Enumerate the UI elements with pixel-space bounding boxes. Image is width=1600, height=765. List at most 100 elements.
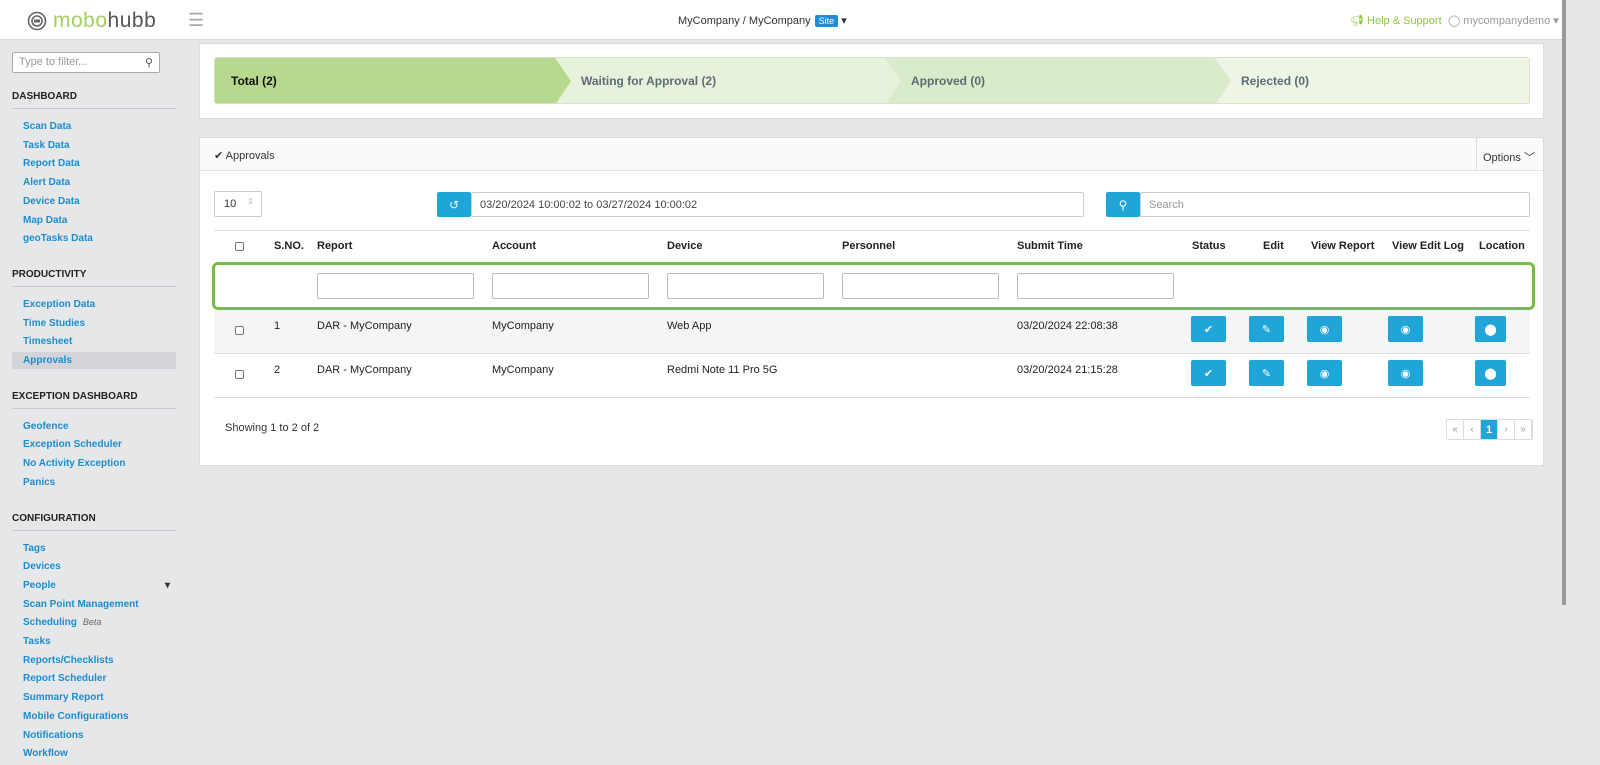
sidebar-item-label: Alert Data <box>23 177 71 189</box>
pagination-button[interactable]: › <box>1498 420 1515 439</box>
column-header[interactable]: Status <box>1192 240 1226 252</box>
site-selector[interactable]: MyCompany / MyCompany Site ▾ <box>678 14 847 27</box>
column-header[interactable]: Account <box>492 240 536 252</box>
status-button[interactable]: ✔ <box>1191 316 1226 342</box>
column-filter-input[interactable] <box>667 273 824 299</box>
sidebar-item-label: Time Studies <box>23 317 86 329</box>
search-input[interactable]: Search <box>1140 192 1530 217</box>
column-header[interactable]: Location <box>1479 240 1525 252</box>
sidebar-item-label: Tags <box>23 542 46 554</box>
logo[interactable]: mobo hubb <box>27 9 156 33</box>
column-header[interactable]: View Edit Log <box>1392 240 1464 252</box>
location-button[interactable]: ⬤ <box>1475 316 1506 342</box>
help-support-link[interactable]: 📢︎ Help & Support <box>1350 14 1442 27</box>
sidebar-item[interactable]: Devices <box>12 558 176 575</box>
sidebar-item[interactable]: Scheduling Beta <box>12 614 176 631</box>
column-header[interactable]: S.NO. <box>274 240 304 252</box>
column-header[interactable]: Personnel <box>842 240 895 252</box>
sidebar-item[interactable]: Exception Scheduler <box>12 436 176 453</box>
sidebar-item[interactable]: Report Scheduler <box>12 670 176 687</box>
pagination-button[interactable]: 1 <box>1481 420 1498 439</box>
sidebar-item[interactable]: Alert Data <box>12 174 176 191</box>
sidebar-item[interactable]: Workflow <box>12 745 176 762</box>
eye-icon: ◉ <box>1319 367 1330 380</box>
sidebar-item-label: Report Data <box>23 158 80 170</box>
search-icon: ⚲ <box>1118 197 1128 212</box>
row-checkbox[interactable] <box>235 326 244 335</box>
column-filter-input[interactable] <box>842 273 999 299</box>
sidebar-item-label: No Activity Exception <box>23 458 126 470</box>
step-total[interactable]: Total (2) <box>215 58 571 103</box>
sidebar-item[interactable]: Report Data <box>12 155 176 172</box>
options-label: Options <box>1483 152 1521 164</box>
date-range-value: 03/20/2024 10:00:02 to 03/27/2024 10:00:… <box>480 199 698 211</box>
sidebar-item-label: Report Scheduler <box>23 673 107 685</box>
sidebar-item[interactable]: Tags <box>12 540 176 557</box>
cell-account: MyCompany <box>492 364 554 376</box>
sidebar-item[interactable]: Reports/Checklists <box>12 652 176 669</box>
sidebar-item[interactable]: Timesheet <box>12 333 176 350</box>
sidebar-item[interactable]: Exception Data <box>12 296 176 313</box>
search-button[interactable]: ⚲ <box>1106 192 1140 217</box>
step-approved[interactable]: Approved (0) <box>885 58 1231 103</box>
column-header[interactable]: Submit Time <box>1017 240 1083 252</box>
cell-sno: 1 <box>274 320 281 332</box>
sidebar-item[interactable]: No Activity Exception <box>12 455 176 472</box>
sidebar-item[interactable]: Notifications <box>12 727 176 744</box>
column-header[interactable]: Device <box>667 240 702 252</box>
cell-device: Web App <box>667 320 712 332</box>
sidebar-item[interactable]: Summary Report <box>12 689 176 706</box>
sidebar-item-label: Device Data <box>23 195 80 207</box>
sidebar-item[interactable]: Scan Data <box>12 118 176 135</box>
location-button[interactable]: ⬤ <box>1475 360 1506 386</box>
sidebar-item[interactable]: People ▾ <box>12 577 176 594</box>
sidebar-item[interactable]: Approvals <box>12 352 176 369</box>
sidebar-item[interactable]: Map Data <box>12 212 176 229</box>
page-length-select[interactable]: 10 ⇕ <box>214 191 262 217</box>
pagination-button[interactable]: » <box>1515 420 1532 439</box>
sidebar-item[interactable]: Tasks <box>12 633 176 650</box>
sidebar-item[interactable]: Scan Point Management <box>12 596 176 613</box>
cell-account: MyCompany <box>492 320 554 332</box>
status-button[interactable]: ✔ <box>1191 360 1226 386</box>
step-rejected[interactable]: Rejected (0) <box>1215 58 1529 103</box>
sidebar-item[interactable]: Panics <box>12 474 176 491</box>
reset-date-button[interactable]: ↺ <box>437 192 471 217</box>
caret-down-icon: ▾ <box>841 15 847 27</box>
sidebar-item[interactable]: Device Data <box>12 193 176 210</box>
column-filter-input[interactable] <box>492 273 649 299</box>
sidebar-item[interactable]: Task Data <box>12 137 176 154</box>
column-filter-input[interactable] <box>317 273 474 299</box>
pagination-button[interactable]: « <box>1447 420 1464 439</box>
sidebar-item-label: Scan Data <box>23 121 72 132</box>
scrollbar[interactable] <box>1562 0 1566 605</box>
status-steps: Total (2) Waiting for Approval (2) Appro… <box>214 57 1530 104</box>
column-filter-input[interactable] <box>1017 273 1174 299</box>
pagination-button[interactable]: ‹ <box>1464 420 1481 439</box>
step-waiting[interactable]: Waiting for Approval (2) <box>555 58 901 103</box>
select-all-checkbox[interactable] <box>235 242 244 251</box>
row-checkbox[interactable] <box>235 370 244 379</box>
sidebar-item[interactable]: Geofence <box>12 418 176 435</box>
sidebar-item[interactable]: Time Studies <box>12 315 176 332</box>
edit-button[interactable]: ✎ <box>1249 316 1284 342</box>
sidebar-item[interactable]: geoTasks Data <box>12 230 176 247</box>
view-edit-log-button[interactable]: ◉ <box>1388 360 1423 386</box>
column-header[interactable]: Report <box>317 240 352 252</box>
sidebar-filter-input[interactable]: Type to filter... ⚲ <box>12 52 160 73</box>
view-report-button[interactable]: ◉ <box>1307 316 1342 342</box>
sidebar: Type to filter... ⚲ DASHBOARD Scan Data Tas… <box>0 41 186 765</box>
edit-button[interactable]: ✎ <box>1249 360 1284 386</box>
column-header[interactable]: Edit <box>1263 240 1284 252</box>
date-range-input[interactable]: 03/20/2024 10:00:02 to 03/27/2024 10:00:… <box>471 192 1084 217</box>
column-header[interactable]: View Report <box>1311 240 1374 252</box>
sidebar-item[interactable]: Mobile Configurations <box>12 708 176 725</box>
menu-toggle-icon[interactable]: ☰ <box>188 10 204 31</box>
sidebar-item-label: Map Data <box>23 214 68 226</box>
cell-report: DAR - MyCompany <box>317 364 412 376</box>
user-menu[interactable]: ◯ mycompanydemo ▾ <box>1448 14 1559 27</box>
options-dropdown[interactable]: Options ﹀ <box>1476 138 1543 171</box>
view-edit-log-button[interactable]: ◉ <box>1388 316 1423 342</box>
sidebar-item-label: People <box>23 579 56 591</box>
view-report-button[interactable]: ◉ <box>1307 360 1342 386</box>
